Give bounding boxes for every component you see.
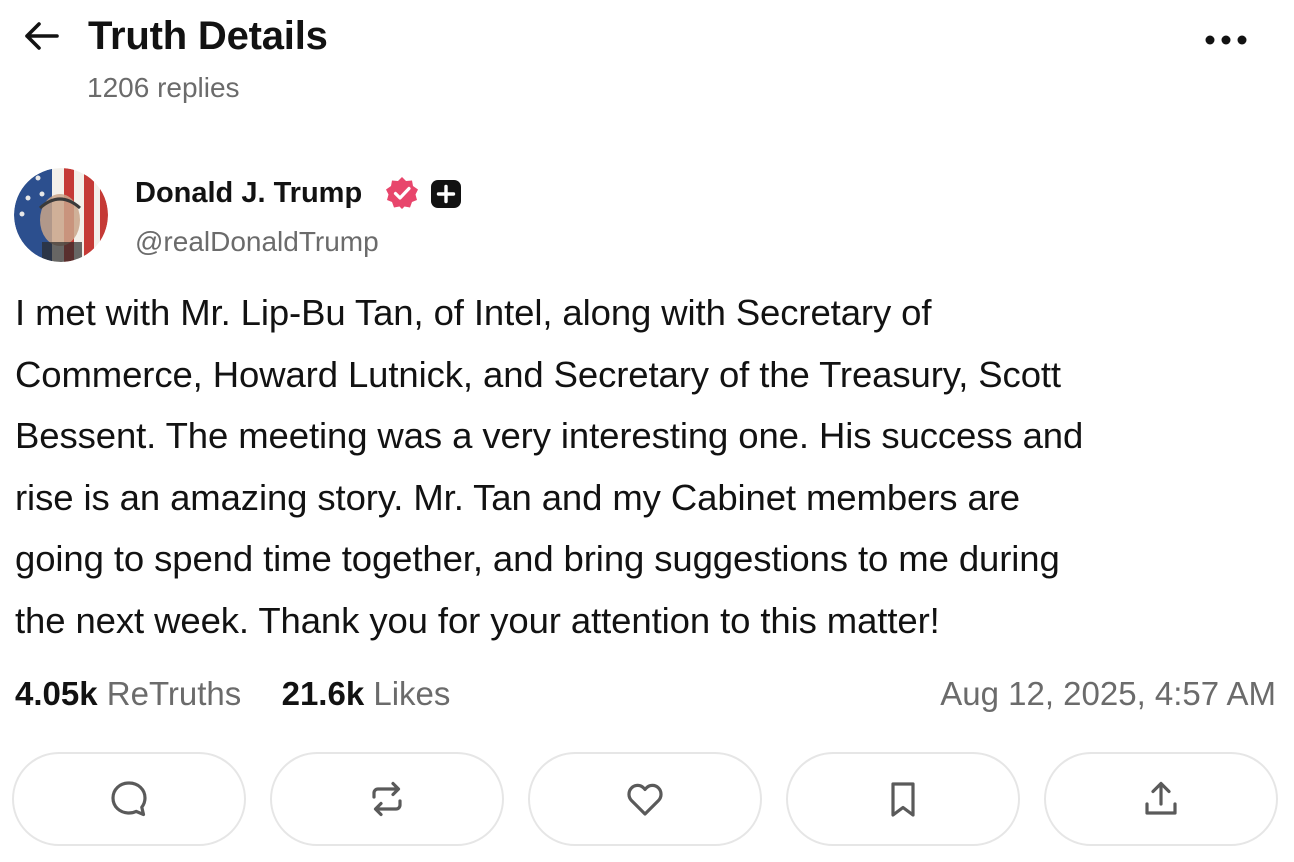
share-button[interactable]	[1044, 752, 1278, 846]
heart-icon	[627, 783, 663, 816]
post-line: going to spend time together, and bring …	[15, 538, 1060, 580]
bookmark-button[interactable]	[786, 752, 1020, 846]
post-line: Commerce, Howard Lutnick, and Secretary …	[15, 353, 1061, 395]
back-button[interactable]	[18, 16, 64, 56]
page-title: Truth Details	[88, 14, 328, 58]
author-name[interactable]: Donald J. Trump	[135, 175, 362, 211]
plus-badge-icon	[431, 180, 461, 208]
arrow-left-icon	[25, 22, 59, 50]
post-line: rise is an amazing story. Mr. Tan and my…	[15, 476, 1020, 518]
likes-label: Likes	[373, 675, 451, 712]
avatar-image	[14, 168, 108, 262]
bookmark-icon	[891, 782, 915, 817]
like-button[interactable]	[528, 752, 762, 846]
verified-badge-icon	[386, 177, 418, 209]
retruths-stat[interactable]: 4.05k ReTruths	[15, 675, 250, 712]
retruths-label: ReTruths	[106, 675, 242, 712]
truth-details-page: Truth Details 1206 replies Donald J. Tru…	[0, 0, 1294, 862]
reply-count: 1206 replies	[87, 72, 240, 103]
post-line: I met with Mr. Lip-Bu Tan, of Intel, alo…	[15, 292, 932, 333]
post-stats: 4.05k ReTruths 21.6k Likes	[15, 672, 450, 716]
more-dots-icon	[1205, 35, 1247, 45]
retruth-button[interactable]	[270, 752, 504, 846]
reply-icon	[111, 781, 147, 817]
likes-stat[interactable]: 21.6k Likes	[282, 675, 451, 712]
more-options-button[interactable]	[1196, 22, 1256, 58]
reply-button[interactable]	[12, 752, 246, 846]
post-line: the next week. Thank you for your attent…	[15, 599, 940, 641]
post-body: I met with Mr. Lip-Bu Tan, of Intel, alo…	[15, 282, 1277, 652]
post-timestamp: Aug 12, 2025, 4:57 AM	[940, 675, 1276, 712]
retruth-icon	[372, 781, 402, 817]
retruths-count: 4.05k	[15, 675, 98, 712]
avatar[interactable]	[14, 168, 108, 262]
action-bar	[12, 752, 1280, 848]
author-handle[interactable]: @realDonaldTrump	[135, 224, 379, 260]
post-line: Bessent. The meeting was a very interest…	[15, 415, 1084, 457]
share-icon	[1145, 781, 1177, 815]
likes-count: 21.6k	[281, 675, 365, 712]
